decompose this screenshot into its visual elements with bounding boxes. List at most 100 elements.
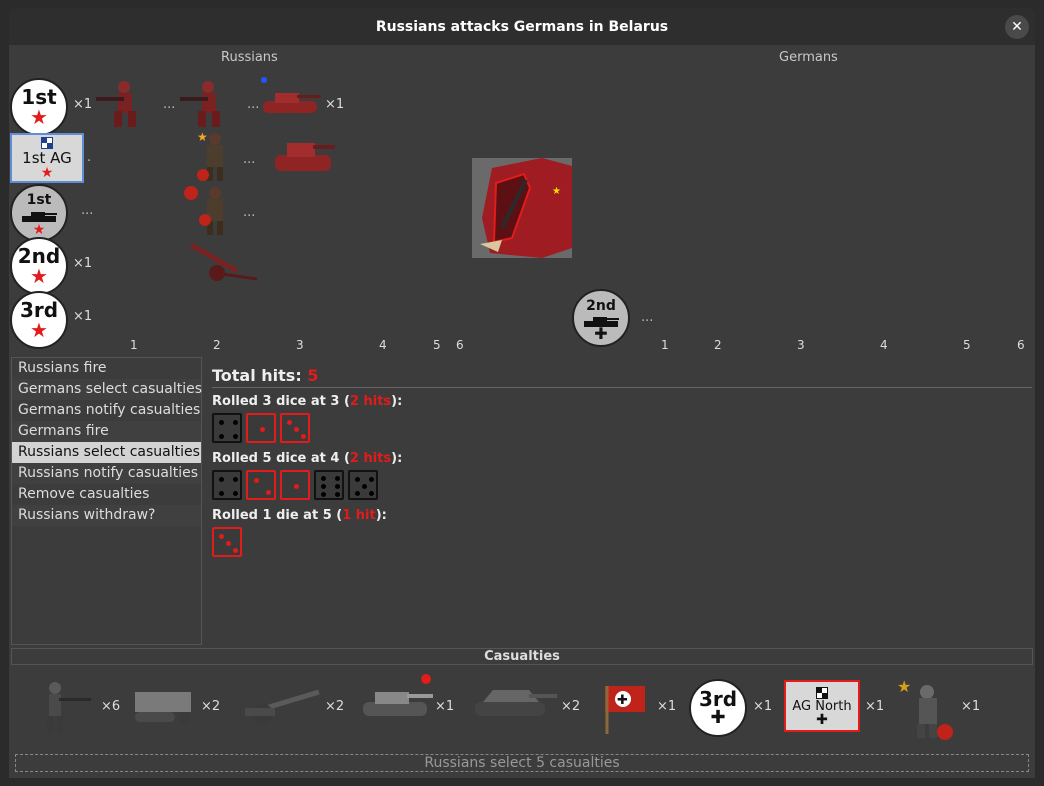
casualty-count: ×1 [753,699,773,714]
more-indicator: ... [641,310,654,325]
total-hits-value: 5 [307,366,319,385]
casualties-panel: ×6 ×2 ×2 ×1 ×2 ✚ ×1 3rd ✚ ×1 AG North ✚ … [11,666,1033,748]
die-pip [335,492,340,497]
die-pip [233,434,238,439]
ruler-tick: 2 [714,338,722,352]
die-pip [335,476,340,481]
territory-map-belarus: ★ [472,158,572,258]
iron-cross-icon: ✚ [710,707,726,728]
dice-row [212,413,1032,444]
roll-close: ): [391,451,403,466]
infantry-icon[interactable] [33,678,93,760]
die-6 [314,470,344,500]
hq-icon [41,137,53,149]
soviet-rifle-icon[interactable] [179,185,231,237]
die-pip [219,534,224,539]
army-label: 2nd [586,298,616,314]
battle-board: Russians Germans 1st ★ ×1 1st AG ★ . 1st… [9,45,1035,355]
army-marker-1st[interactable]: 1st ★ [10,78,68,136]
close-button[interactable]: ✕ [1005,15,1029,39]
die-pip [369,491,374,496]
roll-line: Rolled 1 die at 5 (1 hit): [212,508,1032,523]
step-item[interactable]: Russians fire [12,358,201,379]
die-pip [219,420,224,425]
step-item[interactable]: Germans notify casualties [12,400,201,421]
officer-icon[interactable]: ★ [895,676,959,758]
total-hits: Total hits: 5 [212,366,1032,385]
svg-text:★: ★ [897,677,911,696]
defender-dice-ruler: 1 2 3 4 5 6 [573,338,1033,354]
roll-close: ): [375,508,387,523]
status-bar: Russians select 5 casualties [15,754,1029,772]
ruler-tick: 5 [433,338,441,352]
die-pip [335,484,340,489]
soviet-officer-icon[interactable]: ★ [197,131,233,183]
die-2 [246,470,276,500]
more-indicator: ... [243,152,256,167]
soviet-artillery-icon[interactable] [185,239,261,285]
ruler-tick: 3 [296,338,304,352]
step-item[interactable]: Germans select casualties [12,379,202,400]
tank-destroyer-icon[interactable] [469,682,559,764]
soviet-infantry-icon[interactable] [178,77,236,131]
die-pip [219,477,224,482]
dice-row [212,470,1032,501]
die-4 [212,470,242,500]
hits-panel: Total hits: 5 Rolled 3 dice at 3 ( 2 hits… [212,366,1032,558]
casualty-count: ×2 [561,699,581,714]
army-marker-2nd[interactable]: 2nd ★ [10,237,68,295]
step-item[interactable]: Russians withdraw? [12,505,201,526]
step-item[interactable]: Russians notify casualties [12,463,201,484]
iron-cross-icon: ✚ [816,711,828,728]
svg-text:✚: ✚ [617,693,628,708]
roll-text: Rolled 3 dice at 3 ( [212,394,350,409]
die-pip [226,541,231,546]
window-title: Russians attacks Germans in Belarus [375,18,669,35]
divider [212,387,1032,388]
soviet-tank-icon[interactable] [259,83,323,123]
die-pip [287,420,292,425]
ruler-tick: 5 [963,338,971,352]
army-label: 1st [21,85,57,109]
dice-row [212,527,1032,558]
tank-army-marker[interactable]: 1st ★ [10,184,68,242]
roll-line: Rolled 5 dice at 4 (2 hits): [212,451,1032,466]
soviet-heavy-tank-icon[interactable] [269,131,339,183]
die-pip [301,434,306,439]
ruler-tick: 6 [1017,338,1025,352]
ruler-tick: 2 [213,338,221,352]
red-star-icon: ★ [40,165,54,181]
casualty-count: ×2 [325,699,345,714]
svg-text:★: ★ [197,131,208,144]
die-pip [294,427,299,432]
army-group-marker[interactable]: 1st AG ★ [10,133,84,183]
red-dot-marker [421,674,431,684]
soviet-infantry-icon[interactable] [94,77,152,131]
die-pip [294,484,299,489]
die-4 [212,413,242,443]
more-indicator: . [87,150,92,165]
die-pip [362,484,367,489]
flag-icon[interactable]: ✚ [601,680,651,762]
die-pip [266,490,271,495]
red-star-icon: ★ [30,318,48,342]
die-5 [348,470,378,500]
casualty-count: ×2 [201,699,221,714]
ruler-tick: 1 [661,338,669,352]
army-label: 2nd [17,244,61,268]
roll-hits: 2 hits [349,451,392,466]
army-label: 3rd [698,687,738,711]
die-1 [280,470,310,500]
step-item[interactable]: Remove casualties [12,484,201,505]
step-item[interactable]: Germans fire [12,421,201,442]
step-item-selected[interactable]: Russians select casualties [12,442,201,463]
ruler-tick: 4 [880,338,888,352]
army-marker-3rd[interactable]: 3rd ✚ [689,679,747,737]
total-hits-label: Total hits: [212,366,302,385]
army-group-marker[interactable]: AG North ✚ [784,680,860,732]
casualty-count: ×1 [435,699,455,714]
die-pip [321,492,326,497]
ruler-tick: 4 [379,338,387,352]
die-pip [233,548,238,553]
casualty-count: ×6 [101,699,121,714]
